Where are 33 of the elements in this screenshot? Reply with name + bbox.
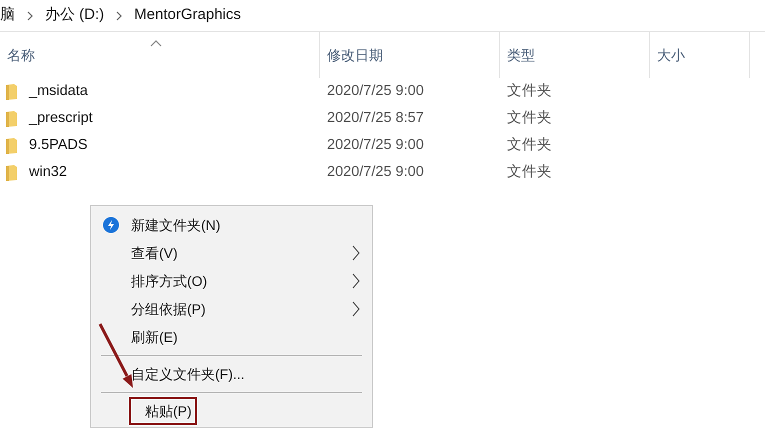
file-type: 文件夹 [507, 110, 552, 126]
modified-date: 2020/7/25 9:00 [327, 82, 424, 99]
file-name[interactable]: _prescript [29, 108, 93, 130]
menu-item[interactable]: 自定义文件夹(F)... [129, 364, 247, 384]
modified-date: 2020/7/25 9:00 [327, 164, 424, 180]
file-name[interactable]: win32 [29, 162, 67, 184]
column-header[interactable]: 类型 [500, 32, 650, 78]
menu-item[interactable]: 粘贴(P) [129, 397, 197, 425]
breadcrumb-item[interactable]: MentorGraphics [134, 4, 241, 27]
menu-item[interactable]: 分组依据(P) [129, 298, 208, 320]
menu-item[interactable]: 查看(V) [129, 242, 180, 264]
file-type: 文件夹 [507, 82, 552, 99]
menu-item[interactable]: 排序方式(O) [129, 270, 210, 292]
file-name[interactable]: _msidata [29, 80, 88, 102]
folder-icon [6, 138, 17, 154]
column-header[interactable]: 修改日期 [320, 32, 500, 78]
folder-icon [6, 164, 17, 180]
breadcrumb-item[interactable]: 办公 (D:) [45, 4, 104, 27]
menu-item[interactable]: 刷新(E) [129, 326, 180, 348]
file-type: 文件夹 [507, 136, 552, 153]
modified-date: 2020/7/25 8:57 [327, 110, 424, 126]
file-name[interactable]: 9.5PADS [29, 134, 88, 156]
file-type: 文件夹 [507, 164, 552, 180]
column-header[interactable]: 名称 [0, 32, 320, 78]
column-header[interactable]: 大小 [650, 32, 750, 78]
chevron-icon [27, 10, 33, 20]
folder-icon [6, 84, 17, 100]
menu-item[interactable]: 新建文件夹(N) [129, 214, 222, 236]
folder-icon [6, 110, 17, 126]
lightning-icon [103, 217, 119, 233]
modified-date: 2020/7/25 9:00 [327, 136, 424, 153]
breadcrumb-item[interactable]: 脑 [0, 4, 15, 27]
chevron-icon [116, 10, 122, 20]
